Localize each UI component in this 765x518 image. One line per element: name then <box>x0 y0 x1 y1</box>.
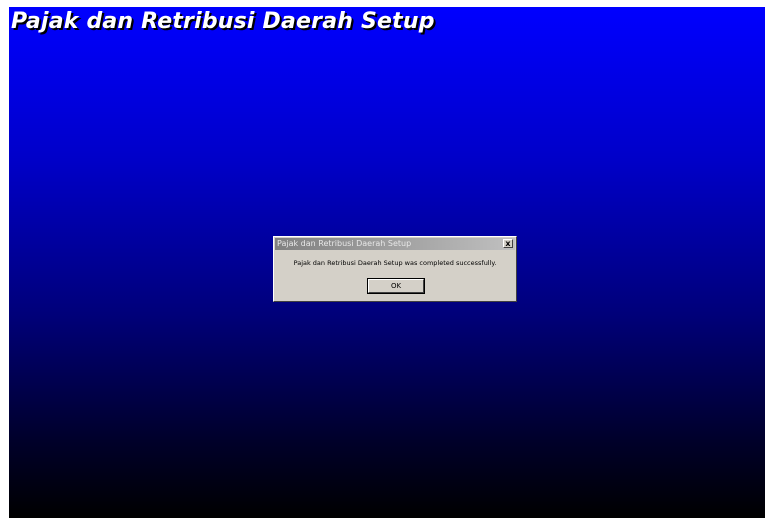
dialog-message: Pajak dan Retribusi Daerah Setup was com… <box>293 259 497 267</box>
dialog-titlebar[interactable]: Pajak dan Retribusi Daerah Setup x <box>275 238 515 250</box>
ok-button[interactable]: OK <box>367 278 425 294</box>
completion-dialog: Pajak dan Retribusi Daerah Setup x Pajak… <box>273 236 517 302</box>
setup-background: Pajak dan Retribusi Daerah Setup Pajak d… <box>9 7 765 518</box>
setup-title: Pajak dan Retribusi Daerah Setup <box>11 9 435 34</box>
close-icon[interactable]: x <box>503 239 513 248</box>
dialog-title: Pajak dan Retribusi Daerah Setup <box>277 239 412 248</box>
